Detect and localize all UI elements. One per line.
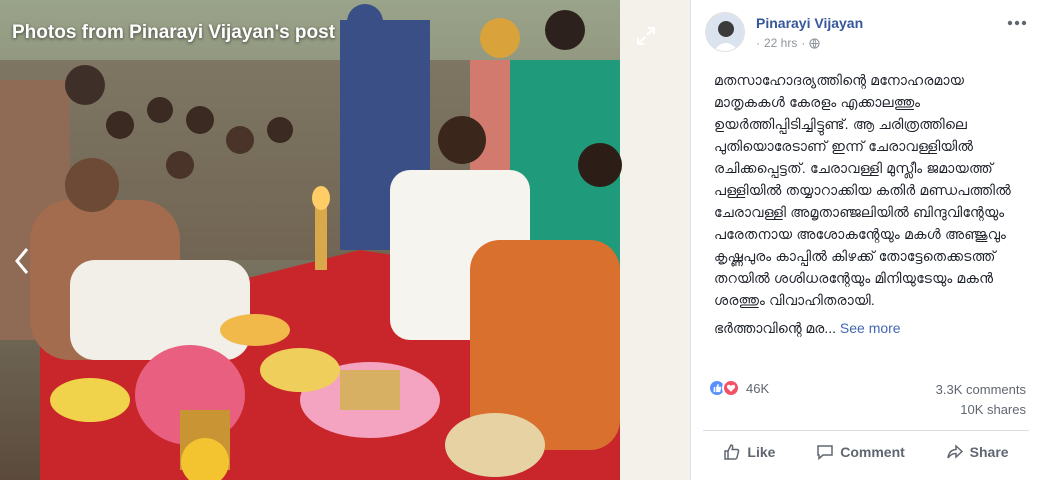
see-more-link[interactable]: See more <box>840 320 901 336</box>
like-label: Like <box>747 443 776 460</box>
love-reaction-icon <box>722 379 740 397</box>
comment-icon <box>817 444 833 460</box>
post-text-continued: ഭർത്താവിന്റെ മര... See more <box>714 318 901 338</box>
post-header: Pinarayi Vijayan · 22 hrs · <box>705 12 1027 54</box>
share-button[interactable]: Share <box>938 437 1017 467</box>
comments-count[interactable]: 3.3K comments <box>936 382 1026 397</box>
reactions-summary[interactable]: 46K <box>708 379 769 397</box>
share-icon <box>946 443 963 459</box>
comment-label: Comment <box>840 443 905 460</box>
photo-viewer[interactable]: Photos from Pinarayi Vijayan's post <box>0 0 690 480</box>
more-horizontal-icon[interactable] <box>1007 18 1027 28</box>
post-text: മതസാഹോദര്യത്തിന്റെ മനോഹരമായ മാതൃകകൾ കേരള… <box>714 69 1024 311</box>
wedding-photo <box>0 0 690 480</box>
avatar[interactable] <box>705 12 745 52</box>
post-actions: Like Comment Share <box>703 430 1029 472</box>
dot-separator: · <box>756 36 760 50</box>
post-sidebar: Pinarayi Vijayan · 22 hrs · മതസാഹോദര്യത്… <box>690 0 1040 480</box>
post-time[interactable]: 22 hrs <box>764 36 797 50</box>
thumbs-up-icon <box>724 443 740 460</box>
reaction-count: 46K <box>746 380 770 396</box>
comment-button[interactable]: Comment <box>808 437 913 467</box>
shares-count[interactable]: 10K shares <box>960 402 1026 417</box>
expand-icon[interactable] <box>636 26 656 46</box>
post-text-truncated: ഭർത്താവിന്റെ മര... <box>714 320 836 336</box>
share-label: Share <box>969 443 1009 460</box>
globe-icon[interactable] <box>809 37 821 49</box>
author-name[interactable]: Pinarayi Vijayan <box>756 15 863 31</box>
photo-viewer-title: Photos from Pinarayi Vijayan's post <box>12 22 336 43</box>
post-paragraph: മതസാഹോദര്യത്തിന്റെ മനോഹരമായ മാതൃകകൾ കേരള… <box>714 72 1011 308</box>
chevron-left-icon[interactable] <box>12 246 32 276</box>
like-button[interactable]: Like <box>715 437 783 467</box>
post-meta: · 22 hrs · <box>756 36 821 50</box>
dot-separator: · <box>801 36 806 50</box>
